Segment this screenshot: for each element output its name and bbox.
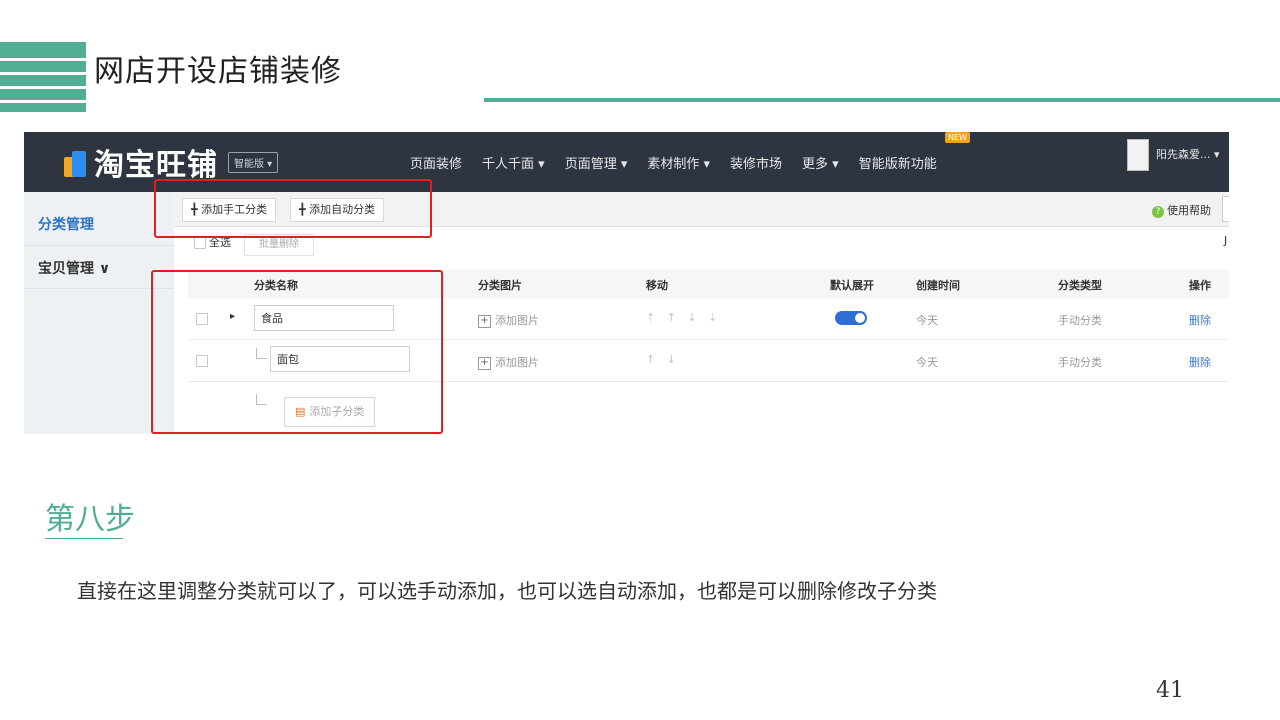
add-image-button[interactable]: + 添加图片 bbox=[478, 312, 539, 328]
move-arrows[interactable]: ⇡ ↑ ↓ ⇣ bbox=[646, 311, 721, 324]
delete-link[interactable]: 删除 bbox=[1189, 354, 1211, 370]
sidebar-divider bbox=[24, 245, 174, 246]
step-heading: 第八步 bbox=[45, 502, 135, 537]
logo[interactable]: 淘宝旺铺 智能版 ▾ bbox=[64, 140, 279, 184]
title-rule bbox=[484, 98, 1280, 102]
sidebar-item-category[interactable]: 分类管理 bbox=[38, 214, 94, 234]
delete-link[interactable]: 删除 bbox=[1189, 312, 1211, 328]
nav-material[interactable]: 素材制作 ▾ bbox=[647, 153, 710, 172]
header-action: 操作 bbox=[1189, 279, 1211, 292]
nav-page-management[interactable]: 页面管理 ▾ bbox=[565, 153, 628, 172]
created-time: 今天 bbox=[916, 356, 938, 369]
header-image: 分类图片 bbox=[478, 279, 522, 292]
slide-title: 网店开设店铺装修 bbox=[94, 54, 342, 89]
add-image-button[interactable]: + 添加图片 bbox=[478, 354, 539, 370]
avatar[interactable] bbox=[1127, 139, 1149, 171]
help-label: 使用帮助 bbox=[1167, 204, 1211, 217]
default-expand-toggle[interactable] bbox=[835, 311, 867, 325]
step-underline bbox=[45, 538, 123, 539]
highlight-add-buttons bbox=[154, 179, 432, 238]
category-type: 手动分类 bbox=[1058, 314, 1102, 327]
new-badge: NEW bbox=[945, 132, 970, 143]
nav-page-decoration[interactable]: 页面装修 bbox=[410, 153, 462, 172]
header-move: 移动 bbox=[646, 279, 668, 292]
title-decoration-bars bbox=[0, 42, 86, 112]
add-image-label: 添加图片 bbox=[495, 314, 539, 327]
nav-new-features[interactable]: 智能版新功能 bbox=[859, 153, 937, 172]
page-number: 41 bbox=[1156, 678, 1184, 703]
header-created: 创建时间 bbox=[916, 279, 960, 292]
created-time: 今天 bbox=[916, 314, 938, 327]
user-menu[interactable]: 阳先森爱... ▾ bbox=[1156, 146, 1220, 162]
store-screenshot: 淘宝旺铺 智能版 ▾ 页面装修 千人千面 ▾ 页面管理 ▾ 素材制作 ▾ 装修市… bbox=[24, 132, 1229, 434]
logo-icon bbox=[64, 147, 86, 177]
plus-icon: + bbox=[478, 314, 491, 328]
header-expand: 默认展开 bbox=[830, 279, 874, 292]
step-description: 直接在这里调整分类就可以了，可以选手动添加，也可以选自动添加，也都是可以删除修改… bbox=[77, 579, 937, 603]
edition-selector[interactable]: 智能版 ▾ bbox=[228, 151, 279, 173]
add-image-label: 添加图片 bbox=[495, 356, 539, 369]
nav-market[interactable]: 装修市场 bbox=[730, 153, 782, 172]
header-type: 分类类型 bbox=[1058, 279, 1102, 292]
nav-more[interactable]: 更多 ▾ bbox=[802, 153, 839, 172]
highlight-category-names bbox=[151, 270, 443, 434]
edge-mark: J bbox=[1224, 234, 1228, 247]
move-arrows[interactable]: ↑ ↓ bbox=[646, 353, 680, 366]
main-nav: 页面装修 千人千面 ▾ 页面管理 ▾ 素材制作 ▾ 装修市场 更多 ▾ 智能版新… bbox=[410, 132, 957, 192]
nav-personalization[interactable]: 千人千面 ▾ bbox=[482, 153, 545, 172]
sidebar-item-products[interactable]: 宝贝管理 ∨ bbox=[38, 258, 110, 278]
plus-icon: + bbox=[478, 356, 491, 370]
help-icon: ? bbox=[1152, 206, 1164, 218]
select-all-checkbox[interactable] bbox=[194, 237, 206, 249]
help-edge-box bbox=[1222, 196, 1229, 222]
category-type: 手动分类 bbox=[1058, 356, 1102, 369]
logo-text: 淘宝旺铺 bbox=[94, 148, 218, 183]
help-link[interactable]: ? 使用帮助 bbox=[1152, 202, 1211, 218]
